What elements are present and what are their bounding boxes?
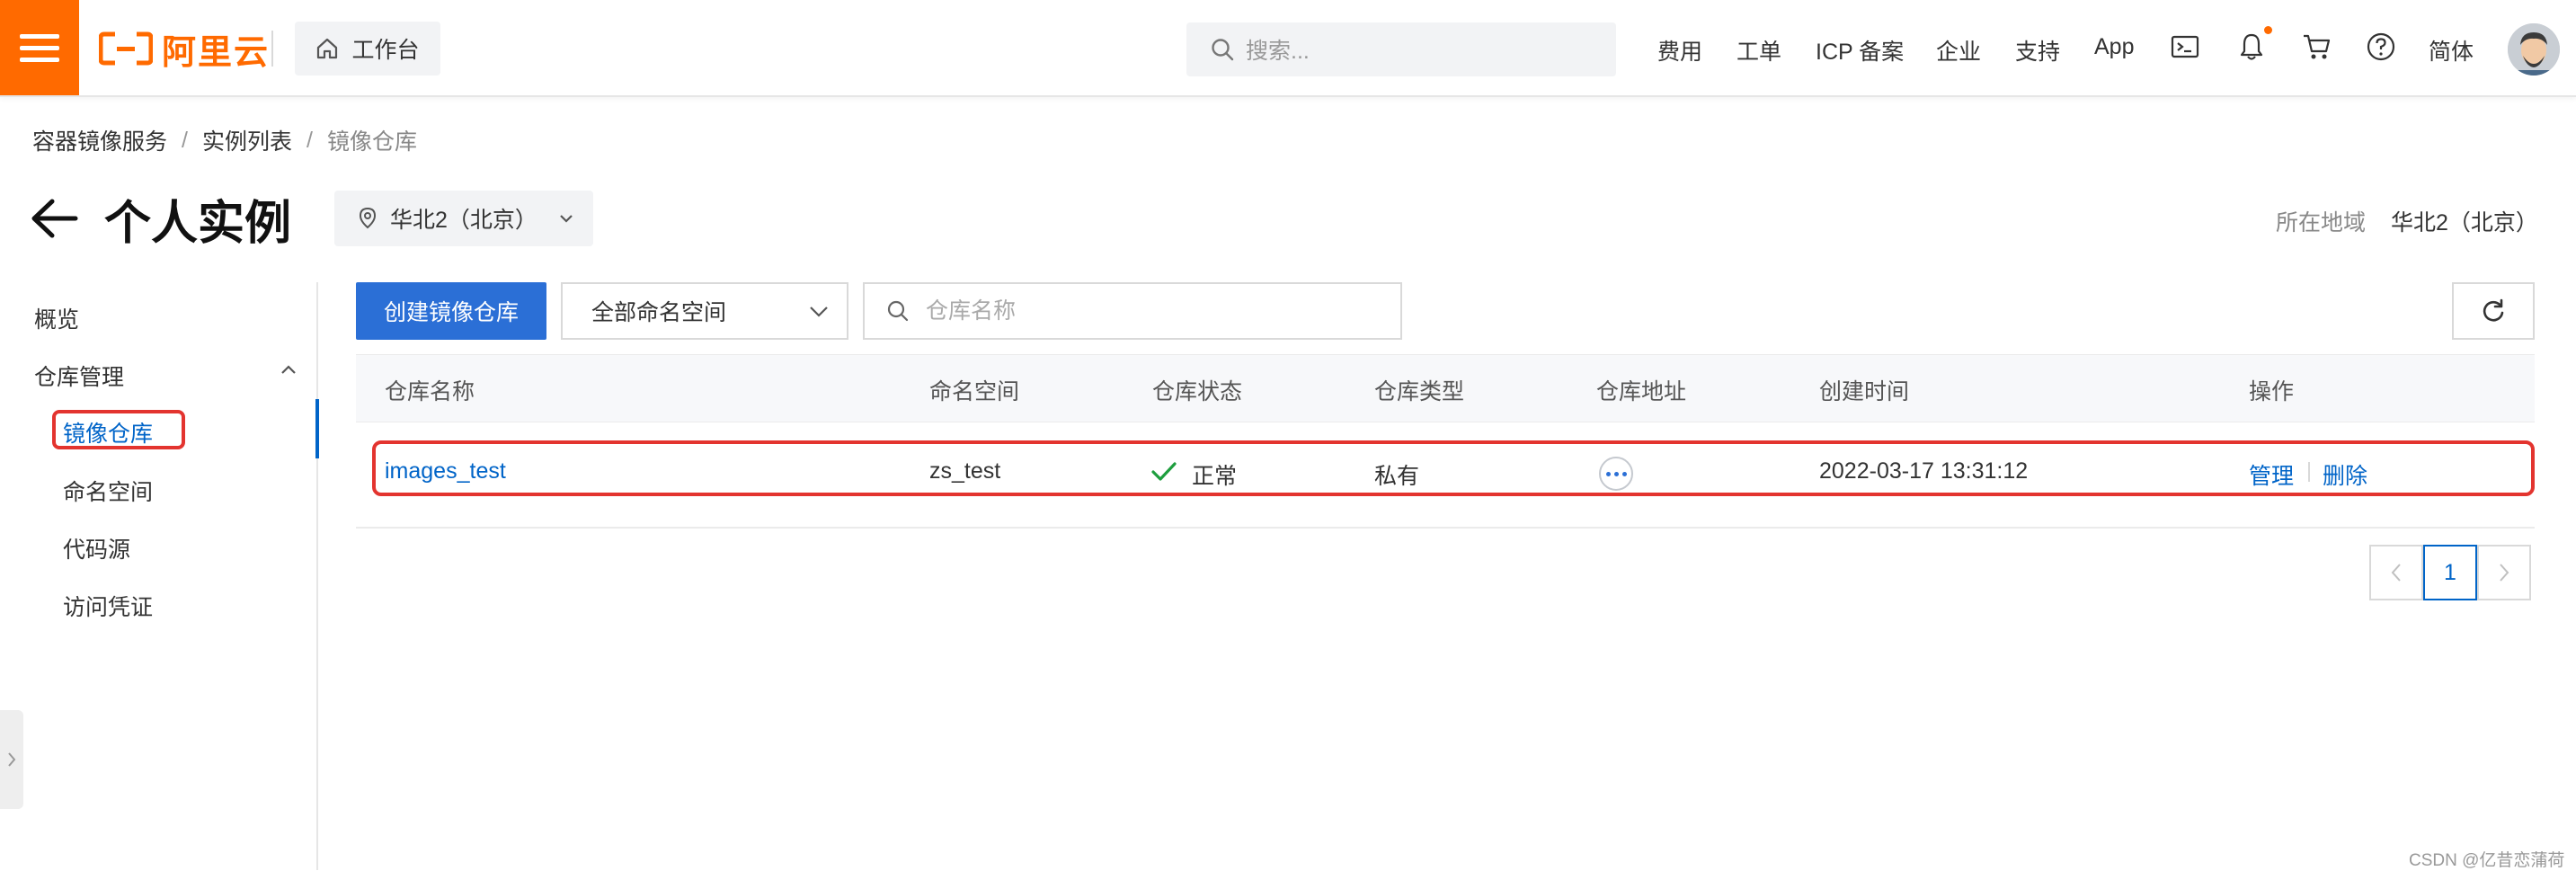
menu-line-icon — [20, 58, 59, 62]
region-dropdown-value: 华北2（北京） — [390, 208, 537, 233]
column-header-namespace: 命名空间 — [929, 379, 1020, 404]
cart-icon[interactable] — [2301, 31, 2333, 62]
sidebar-item-access-credentials[interactable]: 访问凭证 — [63, 590, 153, 622]
nav-icp[interactable]: ICP 备案 — [1816, 34, 1904, 67]
menu-line-icon — [20, 34, 59, 39]
refresh-icon — [2483, 298, 2504, 322]
breadcrumb-separator: / — [182, 127, 188, 153]
breadcrumb-separator: / — [306, 127, 313, 153]
action-separator — [2308, 462, 2310, 482]
avatar[interactable] — [2508, 23, 2560, 76]
highlight-box — [372, 440, 2535, 496]
repo-type: 私有 — [1374, 464, 1420, 489]
language-switch[interactable]: 简体 — [2429, 34, 2474, 67]
repo-namespace: zs_test — [929, 458, 1001, 484]
column-header-created: 创建时间 — [1819, 379, 1910, 404]
search-placeholder: 搜索... — [1246, 39, 1310, 64]
more-dot-icon — [1605, 471, 1611, 476]
more-dot-icon — [1621, 471, 1627, 476]
breadcrumb-item-current: 镜像仓库 — [326, 129, 417, 155]
chevron-up-icon[interactable] — [279, 363, 298, 378]
chevron-down-icon — [810, 307, 828, 317]
menu-line-icon — [20, 46, 59, 50]
column-header-actions: 操作 — [2249, 379, 2295, 404]
check-icon — [1151, 462, 1177, 481]
workbench-label: 工作台 — [351, 38, 420, 63]
region-label: 所在地域 — [2276, 210, 2367, 236]
chevron-left-icon — [2391, 564, 2401, 582]
chevron-right-icon — [8, 752, 16, 767]
sidebar-collapse-toggle[interactable] — [0, 710, 23, 809]
home-icon — [317, 38, 338, 59]
repo-created-time: 2022-03-17 13:31:12 — [1819, 458, 2029, 484]
sidebar-item-namespaces[interactable]: 命名空间 — [63, 475, 153, 507]
repo-name-link[interactable]: images_test — [385, 458, 506, 484]
divider — [271, 31, 273, 67]
terminal-icon[interactable] — [2170, 31, 2200, 62]
create-repo-button[interactable]: 创建镜像仓库 — [356, 282, 546, 340]
column-header-repo-name: 仓库名称 — [385, 379, 475, 404]
nav-tickets[interactable]: 工单 — [1737, 34, 1781, 67]
aliyun-logo-icon — [99, 31, 153, 66]
sidebar-active-indicator — [315, 399, 319, 458]
pagination-next-button[interactable] — [2477, 545, 2531, 600]
pagination-page-current[interactable]: 1 — [2423, 545, 2477, 600]
region-value: 华北2（北京） — [2391, 210, 2538, 236]
help-icon[interactable] — [2366, 31, 2396, 62]
back-arrow-icon[interactable] — [29, 196, 79, 241]
column-header-status: 仓库状态 — [1152, 379, 1243, 404]
location-pin-icon — [359, 207, 377, 229]
sidebar-item-code-sources[interactable]: 代码源 — [63, 532, 130, 564]
repo-address-more-button[interactable] — [1599, 457, 1633, 491]
column-header-address: 仓库地址 — [1596, 379, 1687, 404]
breadcrumb-item-instances[interactable]: 实例列表 — [202, 124, 292, 156]
nav-app[interactable]: App — [2094, 34, 2134, 60]
watermark: CSDN @亿昔恋蒲荷 — [2409, 851, 2565, 870]
repo-search-field[interactable] — [863, 282, 1402, 340]
sidebar-group-repo-management[interactable]: 仓库管理 — [34, 360, 124, 392]
bell-icon[interactable] — [2236, 31, 2267, 62]
refresh-button[interactable] — [2452, 282, 2535, 340]
pagination-prev-button[interactable] — [2369, 545, 2423, 600]
notification-dot — [2264, 26, 2272, 34]
manage-link[interactable]: 管理 — [2249, 458, 2294, 491]
nav-fees[interactable]: 费用 — [1657, 34, 1702, 67]
search-icon — [887, 300, 909, 322]
sidebar-item-overview[interactable]: 概览 — [34, 302, 79, 334]
avatar-icon — [2508, 23, 2560, 76]
sidebar-divider — [316, 282, 318, 870]
namespace-filter-select[interactable]: 全部命名空间 — [561, 282, 848, 340]
workbench-button[interactable]: 工作台 — [295, 22, 440, 76]
chevron-down-icon — [560, 215, 573, 223]
nav-enterprise[interactable]: 企业 — [1936, 34, 1981, 67]
chevron-right-icon — [2500, 564, 2509, 582]
more-dot-icon — [1613, 471, 1619, 476]
column-header-type: 仓库类型 — [1374, 379, 1465, 404]
search-icon — [1212, 39, 1234, 61]
aliyun-logo[interactable]: 阿里云 — [99, 25, 270, 72]
hamburger-menu-button[interactable] — [0, 0, 79, 95]
repo-search-input[interactable] — [924, 297, 1359, 325]
namespace-filter-value: 全部命名空间 — [591, 300, 727, 325]
nav-support[interactable]: 支持 — [2015, 34, 2060, 67]
repo-status: 正常 — [1192, 464, 1238, 489]
global-search-input[interactable]: 搜索... — [1186, 22, 1616, 76]
row-divider — [356, 527, 2535, 529]
page-title: 个人实例 — [104, 198, 292, 250]
sidebar-item-image-repos[interactable]: 镜像仓库 — [63, 416, 153, 449]
region-dropdown[interactable]: 华北2（北京） — [334, 191, 593, 246]
logo-text: 阿里云 — [162, 33, 271, 72]
breadcrumb-item-service[interactable]: 容器镜像服务 — [32, 124, 167, 156]
breadcrumb: 容器镜像服务 / 实例列表 / 镜像仓库 — [32, 124, 417, 156]
delete-link[interactable]: 删除 — [2323, 458, 2367, 491]
